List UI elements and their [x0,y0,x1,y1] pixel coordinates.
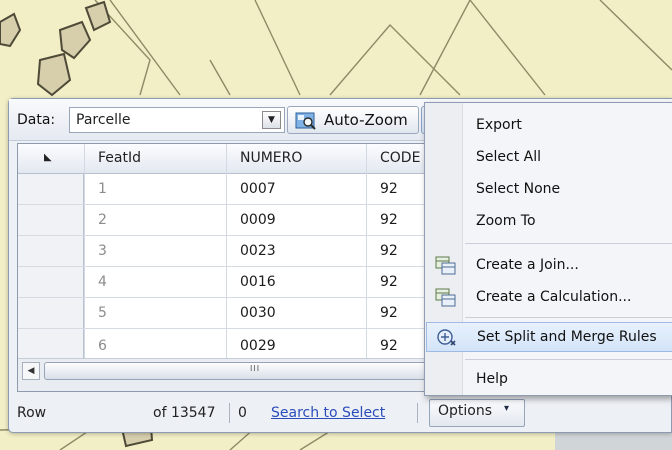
current-row-value[interactable]: 0 [238,405,247,421]
menu-item-create-join[interactable]: Create a Join... [426,251,672,281]
menu-item-set-split-merge-rules[interactable]: Set Split and Merge Rules [426,322,672,352]
status-bar: Row of 13547 0 Search to Select Options … [9,397,672,433]
cell-numero: 0029 [240,338,276,354]
divider [417,403,418,423]
menu-item-label: Create a Calculation... [476,289,632,305]
cell-numero: 0007 [240,181,276,197]
menu-item-select-none[interactable]: Select None [426,175,672,205]
divider [229,403,230,423]
row-count: of 13547 [153,405,216,421]
cell-featid: 5 [98,305,107,321]
menu-item-label: Select None [476,181,561,197]
menu-item-label: Export [476,117,522,133]
cell-code: 92 [380,243,398,259]
menu-item-zoom-to[interactable]: Zoom To [426,207,672,237]
menu-item-label: Zoom To [476,213,536,229]
data-label: Data: [17,112,56,128]
row-label: Row [17,405,47,421]
cell-featid: 6 [98,338,107,354]
cell-numero: 0016 [240,274,276,290]
cell-featid: 4 [98,274,107,290]
menu-item-create-calculation[interactable]: Create a Calculation... [426,283,672,313]
menu-item-label: Help [476,371,508,387]
menu-separator [465,243,672,244]
scroll-left-icon[interactable]: ◀ [22,362,40,380]
cell-numero: 0009 [240,212,276,228]
cell-code: 92 [380,305,398,321]
column-header-featid[interactable]: FeatId [98,150,141,166]
options-menu: Export Select All Select None Zoom To Cr… [424,102,672,396]
cell-numero: 0030 [240,305,276,321]
cell-code: 92 [380,181,398,197]
options-label: Options [438,403,493,419]
join-icon [435,256,456,275]
menu-item-label: Select All [476,149,541,165]
auto-zoom-button[interactable]: Auto-Zoom [287,106,419,134]
menu-item-label: Create a Join... [476,257,579,273]
auto-zoom-label: Auto-Zoom [324,111,408,129]
menu-item-label: Set Split and Merge Rules [477,329,657,345]
cell-featid: 2 [98,212,107,228]
menu-separator [465,317,672,318]
menu-separator [465,359,672,360]
menu-item-help[interactable]: Help [426,365,672,395]
options-button[interactable]: Options ▾ [429,399,525,427]
column-header-numero[interactable]: NUMERO [240,150,302,166]
split-merge-icon [437,329,456,346]
cell-code: 92 [380,338,398,354]
calculation-icon [435,288,456,307]
column-header-code[interactable]: CODE [380,150,420,166]
cell-featid: 3 [98,243,107,259]
layer-select[interactable]: Parcelle ▼ [69,107,285,133]
row-selector-header-icon[interactable]: ◣ [44,152,52,163]
layer-select-value: Parcelle [76,112,131,128]
menu-item-export[interactable]: Export [426,111,672,141]
auto-zoom-icon [295,112,316,130]
cell-numero: 0023 [240,243,276,259]
chevron-down-icon: ▾ [504,403,510,414]
cell-code: 92 [380,212,398,228]
cell-code: 92 [380,274,398,290]
scroll-grip-icon: III [250,364,261,373]
search-to-select-link[interactable]: Search to Select [271,405,385,421]
chevron-down-icon[interactable]: ▼ [262,111,281,129]
cell-featid: 1 [98,181,107,197]
scroll-thumb[interactable]: III [44,362,484,380]
menu-item-select-all[interactable]: Select All [426,143,672,173]
